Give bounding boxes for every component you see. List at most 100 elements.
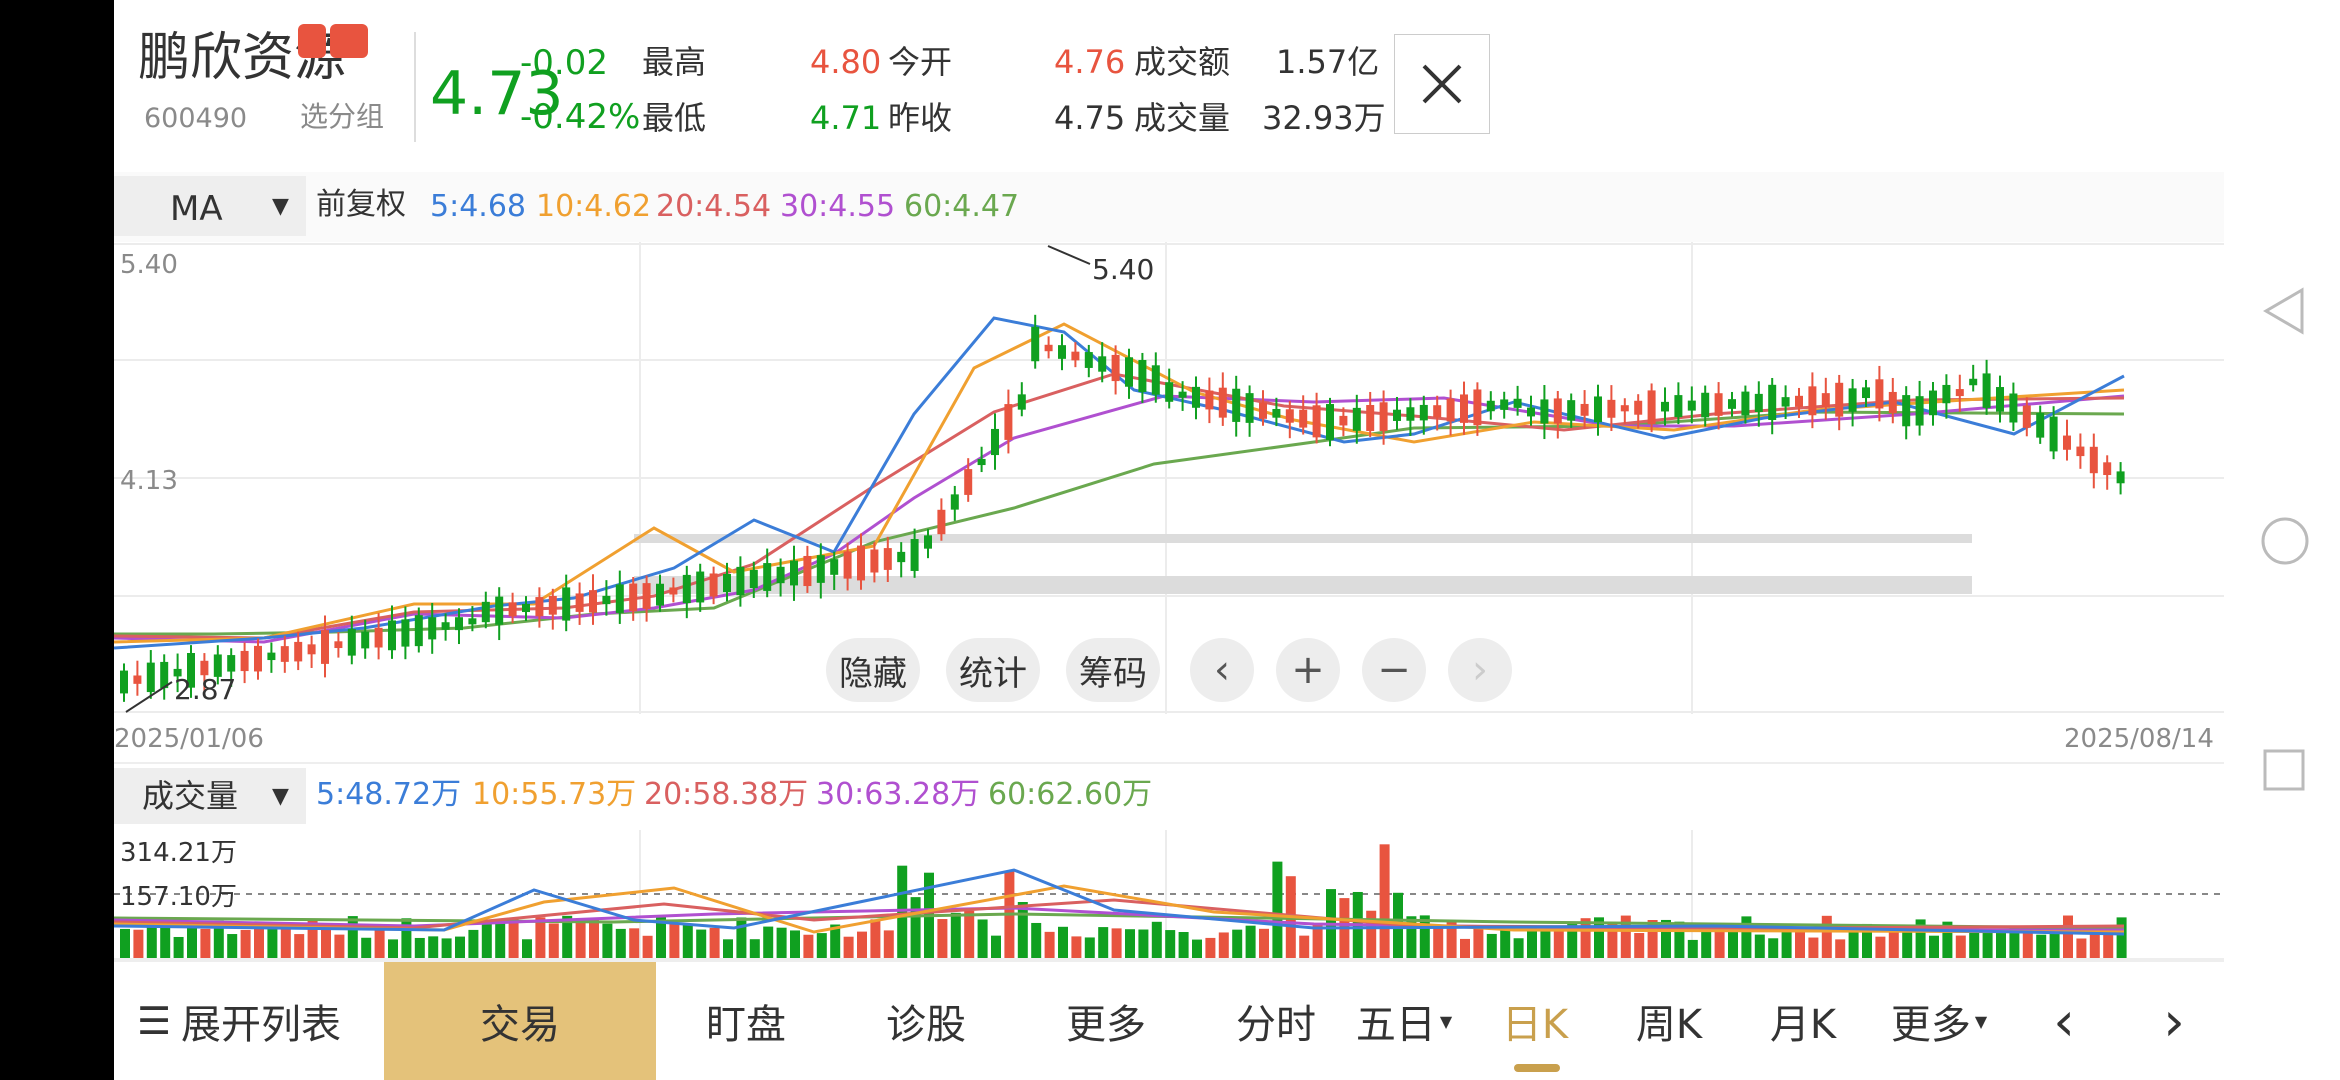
- candle: [2116, 471, 2125, 484]
- volume-bar: [1031, 922, 1042, 960]
- candle: [1902, 395, 1911, 427]
- candle: [656, 583, 664, 606]
- volume-bar: [776, 927, 787, 960]
- candle: [1031, 326, 1040, 362]
- candle: [843, 551, 852, 579]
- candle: [736, 566, 745, 596]
- candle: [1111, 354, 1120, 382]
- ma-selector[interactable]: MA ▼: [114, 176, 306, 236]
- volume-bar: [1754, 934, 1765, 960]
- candle: [1393, 409, 1401, 421]
- weekly-k-tab[interactable]: 周K: [1604, 962, 1734, 1080]
- select-group-link[interactable]: 选分组: [300, 103, 384, 131]
- volume-bar: [227, 934, 238, 960]
- volume-bar: [575, 920, 586, 960]
- vol-ma10-value: 10:55.73万: [472, 777, 637, 812]
- zoom-out-icon[interactable]: −: [1362, 638, 1426, 702]
- volume-bar: [1701, 929, 1712, 960]
- daily-k-tab[interactable]: 日K: [1470, 962, 1600, 1080]
- hide-button[interactable]: 隐藏: [826, 638, 920, 702]
- volume-bar: [1071, 936, 1082, 960]
- candle: [1151, 365, 1160, 395]
- volume-bar: [495, 922, 506, 960]
- price-chart[interactable]: [114, 242, 2224, 714]
- volume-bar: [1996, 933, 2006, 960]
- volume-selector[interactable]: 成交量 ▼: [114, 768, 306, 824]
- more-tab[interactable]: 更多: [1026, 962, 1186, 1080]
- volume-bar: [1580, 918, 1591, 960]
- candle: [602, 595, 611, 605]
- candle: [1795, 395, 1803, 407]
- diagnose-tab[interactable]: 诊股: [846, 962, 1006, 1080]
- stats-button[interactable]: 统计: [946, 638, 1040, 702]
- five-day-label: 五日: [1355, 1002, 1436, 1048]
- close-button[interactable]: [1394, 34, 1490, 134]
- zoom-in-icon[interactable]: +: [1276, 638, 1340, 702]
- candle: [1058, 345, 1066, 359]
- candle: [1513, 398, 1522, 408]
- system-nav-bar: [2224, 0, 2340, 1080]
- candle: [374, 627, 383, 648]
- candle: [1272, 408, 1281, 418]
- promo-icon[interactable]: [298, 24, 326, 58]
- chevron-right-icon[interactable]: ›: [1448, 638, 1512, 702]
- candle: [1634, 400, 1643, 415]
- trade-tab[interactable]: 交易: [384, 962, 656, 1080]
- chips-button[interactable]: 筹码: [1066, 638, 1160, 702]
- five-day-tab[interactable]: 五日 ▼: [1344, 962, 1464, 1080]
- ma20-value: 20:4.54: [656, 189, 772, 224]
- stock-code: 600490: [144, 103, 248, 134]
- volume-bar: [1433, 926, 1444, 960]
- volume-chart[interactable]: [114, 830, 2224, 960]
- candle: [2063, 435, 2071, 450]
- volume-bar: [347, 916, 358, 960]
- volume-bar: [1687, 939, 1698, 960]
- candle: [1379, 402, 1388, 432]
- chevron-left-icon[interactable]: ‹: [1190, 638, 1254, 702]
- ma5-value: 5:4.68: [430, 189, 526, 224]
- candle: [1500, 399, 1509, 410]
- volume-divider: [114, 762, 2224, 764]
- stock-app: 鹏欣资源 600490 选分组 4.73 -0.02 -0.42% 最高 4.8…: [114, 0, 2224, 1080]
- monthly-k-tab[interactable]: 月K: [1738, 962, 1868, 1080]
- candle: [1352, 407, 1361, 431]
- home-icon[interactable]: [2260, 516, 2310, 566]
- candle: [1728, 399, 1736, 409]
- volume-bar: [1500, 927, 1511, 960]
- candle: [803, 555, 812, 587]
- volume-bar: [200, 928, 211, 960]
- scroll-right-icon[interactable]: ›: [2134, 962, 2214, 1080]
- intraday-tab[interactable]: 分时: [1206, 962, 1346, 1080]
- scroll-left-icon[interactable]: ‹: [2024, 962, 2104, 1080]
- candle: [1419, 404, 1428, 421]
- expand-list-button[interactable]: ☰ 展开列表: [114, 962, 364, 1080]
- candle: [468, 618, 477, 625]
- recents-icon[interactable]: [2262, 748, 2306, 792]
- volume-bar: [1312, 924, 1323, 960]
- volume-bar: [950, 912, 961, 960]
- adjust-mode[interactable]: 前复权: [316, 190, 406, 220]
- vol-ma60-value: 60:62.60万: [988, 777, 1153, 812]
- volume-bar: [1084, 937, 1095, 960]
- candle: [1098, 356, 1107, 372]
- candle: [776, 566, 785, 584]
- open-value: 4.76: [1054, 43, 1126, 81]
- price-grid: [114, 242, 2224, 714]
- high-value: 4.80: [810, 43, 882, 81]
- volume-bar: [1379, 844, 1390, 960]
- candle: [441, 622, 450, 630]
- candle: [1661, 401, 1669, 412]
- volume-bar: [1232, 929, 1243, 960]
- volume-bar: [2103, 934, 2114, 960]
- watch-tab[interactable]: 盯盘: [666, 962, 826, 1080]
- volume-bar: [1875, 936, 1886, 960]
- volume-bar: [682, 925, 693, 960]
- volume-selector-label: 成交量: [142, 777, 239, 815]
- more-period-tab[interactable]: 更多 ▼: [1874, 962, 2004, 1080]
- gift-icon[interactable]: [330, 24, 368, 58]
- volume-bar: [428, 936, 439, 960]
- back-icon[interactable]: [2262, 286, 2306, 336]
- candle: [1835, 382, 1844, 417]
- volume-bar: [508, 917, 519, 960]
- volume-bar: [2116, 917, 2127, 960]
